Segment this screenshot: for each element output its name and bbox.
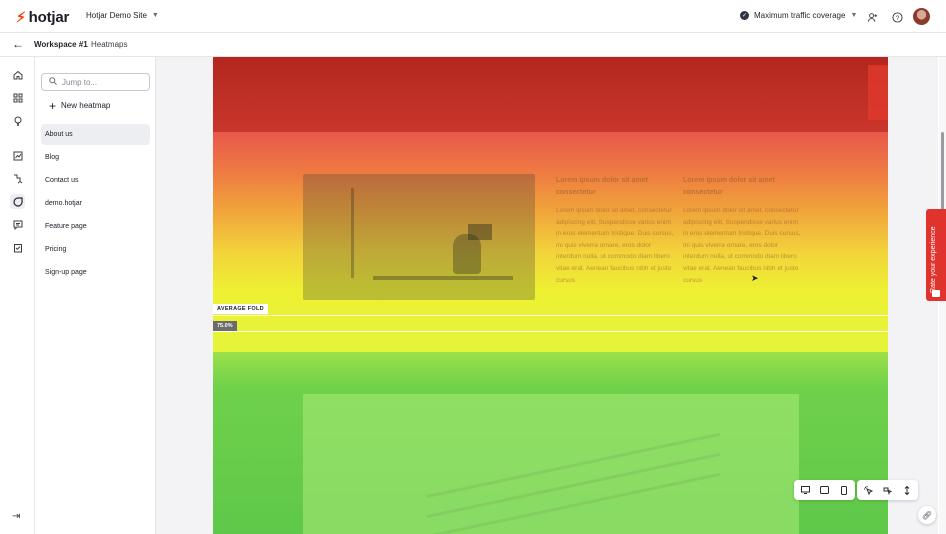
- traffic-coverage-selector[interactable]: ✓ Maximum traffic coverage ▼: [740, 11, 857, 20]
- site-name: Hotjar Demo Site: [86, 11, 147, 20]
- heatmaps-icon[interactable]: [10, 194, 25, 209]
- fold-percentage-badge: 75.0%: [213, 321, 237, 331]
- fold-line-secondary: [213, 331, 888, 332]
- content-column-1: Lorem ipsum dolor sit amet consectetur L…: [556, 175, 674, 286]
- fold-line: [213, 315, 888, 316]
- help-icon[interactable]: ?: [890, 10, 904, 24]
- list-item[interactable]: Feature page: [41, 216, 150, 237]
- column-1-title: Lorem ipsum dolor sit amet consectetur: [556, 177, 648, 196]
- share-link-button[interactable]: 🔗︎: [918, 506, 936, 524]
- rate-experience-label: Rate your experience: [930, 226, 937, 293]
- heat-zone-hot: [213, 57, 888, 132]
- mobile-icon[interactable]: [836, 483, 851, 497]
- chevron-down-icon: ▼: [850, 12, 858, 19]
- photo-person: [453, 234, 481, 274]
- list-item[interactable]: demo.hotjar: [41, 193, 150, 214]
- chevron-down-icon: ▼: [151, 12, 159, 19]
- surveys-icon[interactable]: [10, 240, 25, 255]
- map-type-toolbar: [857, 480, 918, 500]
- click-map-icon[interactable]: [861, 483, 876, 497]
- average-fold-label: AVERAGE FOLD: [213, 304, 268, 314]
- tablet-icon[interactable]: [817, 483, 832, 497]
- check-circle-icon: ✓: [740, 11, 749, 20]
- logo-text: hotjar: [28, 9, 70, 26]
- column-2-title: Lorem ipsum dolor sit amet consectetur: [683, 177, 775, 196]
- rate-experience-tab[interactable]: Rate your experience: [926, 209, 946, 301]
- new-heatmap-label: New heatmap: [61, 101, 111, 110]
- photo-desk: [373, 276, 513, 280]
- hotjar-flame-icon: ⚡︎: [16, 9, 26, 25]
- office-photo: [303, 174, 535, 300]
- list-item[interactable]: Contact us: [41, 170, 150, 191]
- collapse-sidebar-icon[interactable]: ⇥: [12, 511, 20, 522]
- site-selector[interactable]: Hotjar Demo Site ▼: [86, 11, 159, 20]
- desktop-icon[interactable]: [798, 483, 813, 497]
- new-heatmap-button[interactable]: + New heatmap: [49, 98, 111, 113]
- search-icon: [49, 77, 57, 87]
- coverage-label: Maximum traffic coverage: [754, 11, 846, 20]
- content-column-2: Lorem ipsum dolor sit amet consectetur L…: [683, 175, 801, 286]
- link-icon: 🔗︎: [921, 510, 933, 520]
- add-user-icon[interactable]: [865, 10, 879, 24]
- scroll-map-icon[interactable]: [899, 483, 914, 497]
- list-item[interactable]: About us: [41, 124, 150, 145]
- back-arrow-icon[interactable]: ←: [12, 37, 24, 51]
- home-icon[interactable]: [10, 67, 25, 82]
- top-bar: ⚡︎ hotjar Hotjar Demo Site ▼ ✓ Maximum t…: [0, 0, 946, 33]
- list-item[interactable]: Blog: [41, 147, 150, 168]
- list-item[interactable]: Sign-up page: [41, 262, 150, 283]
- trends-icon[interactable]: [10, 148, 25, 163]
- funnels-icon[interactable]: [10, 171, 25, 186]
- device-toolbar: [794, 480, 855, 500]
- lightbulb-icon[interactable]: [10, 113, 25, 128]
- svg-text:?: ?: [895, 14, 899, 21]
- nav-rail: ⇥: [0, 57, 35, 534]
- photo-lamp: [351, 188, 354, 278]
- hotjar-logo[interactable]: ⚡︎ hotjar: [16, 9, 69, 26]
- feedback-icon[interactable]: [10, 217, 25, 232]
- avatar[interactable]: [913, 8, 930, 25]
- heatmap-list-panel: + New heatmap About us Blog Contact us d…: [35, 57, 156, 534]
- move-map-icon[interactable]: [880, 483, 895, 497]
- dashboard-icon[interactable]: [10, 90, 25, 105]
- breadcrumb-heatmaps[interactable]: Heatmaps: [91, 40, 127, 49]
- heat-zone-hot-edge: [868, 65, 888, 120]
- breadcrumb-workspace[interactable]: Workspace #1: [34, 40, 88, 49]
- feedback-chat-icon: [932, 290, 940, 297]
- heatmap-canvas: Lorem ipsum dolor sit amet consectetur L…: [156, 57, 938, 534]
- jump-to-search[interactable]: [41, 73, 150, 91]
- list-item[interactable]: Pricing: [41, 239, 150, 260]
- heatmap-frame[interactable]: Lorem ipsum dolor sit amet consectetur L…: [213, 57, 888, 534]
- photo-key-row: [425, 472, 721, 534]
- plus-icon: +: [49, 98, 57, 113]
- keyboard-photo: [303, 394, 799, 534]
- breadcrumb-bar: ← Workspace #1 Heatmaps: [0, 33, 946, 57]
- photo-key-row: [425, 432, 721, 499]
- column-2-body: Lorem ipsum dolor sit amet, consectetur …: [683, 207, 801, 284]
- search-input[interactable]: [62, 77, 142, 87]
- mouse-cursor-icon: ➤: [751, 273, 759, 283]
- column-1-body: Lorem ipsum dolor sit amet, consectetur …: [556, 207, 674, 284]
